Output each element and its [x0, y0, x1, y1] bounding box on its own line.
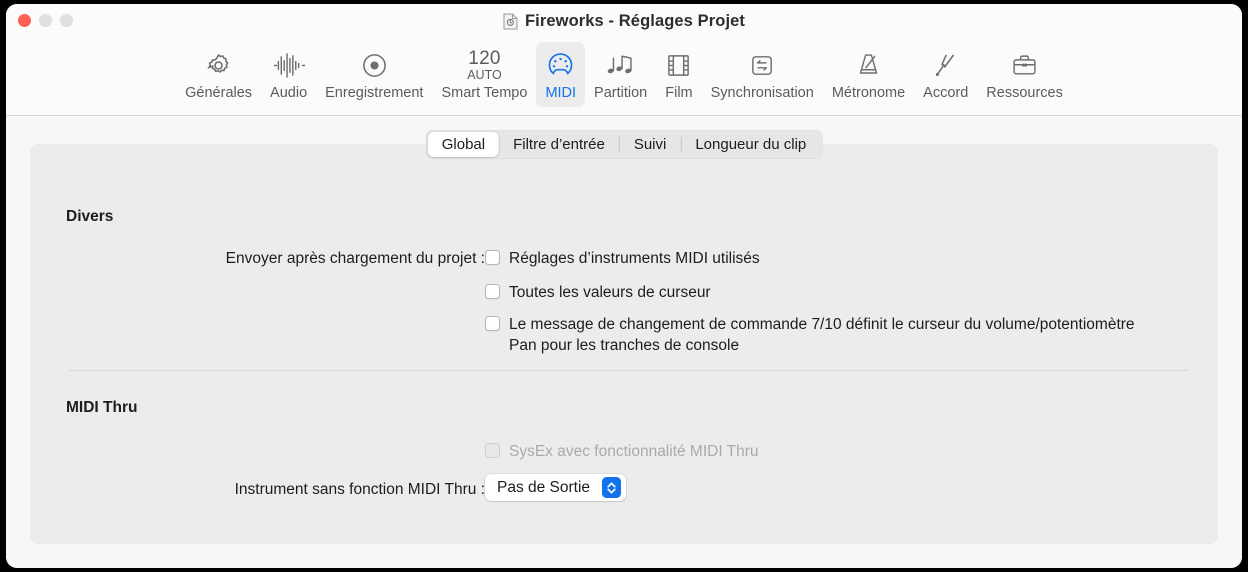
- instrument-no-midi-thru-popup[interactable]: Pas de Sortie: [485, 474, 627, 501]
- waveform-icon: [272, 48, 306, 82]
- checkbox-label: Réglages d’instruments MIDI utilisés: [509, 250, 760, 267]
- send-after-load-label: Envoyer après chargement du projet :: [225, 250, 485, 267]
- chevron-up-down-icon: [602, 477, 622, 498]
- section-title-midi-thru: MIDI Thru: [66, 399, 138, 416]
- toolbar-item-audio[interactable]: Audio: [261, 42, 316, 107]
- toolbar-item-label: MIDI: [545, 85, 577, 101]
- tempo-mode: AUTO: [467, 67, 502, 82]
- traffic-lights: [18, 14, 73, 27]
- tab-global[interactable]: Global: [427, 132, 500, 157]
- toolbar-item-label: Partition: [594, 85, 648, 101]
- tab-longueur-du-clip[interactable]: Longueur du clip: [681, 132, 820, 157]
- toolbar-item-film[interactable]: Film: [656, 42, 701, 107]
- preferences-content: Global Filtre d’entrée Suivi Longueur du…: [6, 116, 1242, 568]
- checkbox-row-all-fader-values[interactable]: Toutes les valeurs de curseur: [485, 282, 711, 303]
- toolbar-item-enregistrement[interactable]: Enregistrement: [316, 42, 432, 107]
- toolbar-item-label: Générales: [185, 85, 253, 101]
- sync-arrows-icon: [749, 48, 775, 82]
- checkbox-sysex-midi-thru: [485, 443, 500, 458]
- popup-selected-value: Pas de Sortie: [497, 478, 591, 496]
- settings-panel: Global Filtre d’entrée Suivi Longueur du…: [30, 130, 1218, 544]
- close-button[interactable]: [18, 14, 31, 27]
- checkbox-midi-instrument-settings[interactable]: [485, 250, 500, 265]
- window-title: Fireworks - Réglages Projet: [524, 12, 746, 30]
- checkbox-row-sysex-midi-thru: SysEx avec fonctionnalité MIDI Thru: [485, 441, 759, 462]
- zoom-button[interactable]: [60, 14, 73, 27]
- tab-suivi[interactable]: Suivi: [620, 132, 681, 157]
- window-titlebar: Fireworks - Réglages Projet Générales Au…: [6, 4, 1242, 116]
- document-icon: [503, 13, 518, 30]
- toolbar-item-synchronisation[interactable]: Synchronisation: [702, 42, 823, 107]
- music-notes-icon: [606, 48, 636, 82]
- toolbar-item-midi[interactable]: MIDI: [536, 42, 586, 107]
- tab-bar: Global Filtre d’entrée Suivi Longueur du…: [425, 130, 823, 159]
- gear-icon: [205, 48, 232, 82]
- toolbar-item-ressources[interactable]: Ressources: [977, 42, 1072, 107]
- section-title-divers: Divers: [66, 208, 114, 225]
- instrument-no-midi-thru-label: Instrument sans fonction MIDI Thru :: [234, 481, 485, 498]
- toolbar-item-label: Audio: [270, 85, 308, 101]
- toolbar-item-partition[interactable]: Partition: [585, 42, 656, 107]
- checkbox-label: SysEx avec fonctionnalité MIDI Thru: [509, 443, 759, 460]
- checkbox-control-change-7-10[interactable]: [485, 316, 500, 331]
- record-icon: [361, 48, 388, 82]
- checkbox-row-midi-instrument-settings[interactable]: Réglages d’instruments MIDI utilisés: [485, 248, 760, 269]
- toolbar-item-label: Enregistrement: [325, 85, 424, 101]
- tab-filtre-entree[interactable]: Filtre d’entrée: [499, 132, 619, 157]
- toolbar-item-accord[interactable]: Accord: [914, 42, 977, 107]
- window-title-row: Fireworks - Réglages Projet: [6, 12, 1242, 31]
- toolbar-item-metronome[interactable]: Métronome: [823, 42, 914, 107]
- minimize-button[interactable]: [39, 14, 52, 27]
- toolbar-item-label: Ressources: [986, 85, 1063, 101]
- section-divider: [69, 370, 1189, 371]
- checkbox-all-fader-values[interactable]: [485, 284, 500, 299]
- preferences-toolbar: Générales Audio Enregistrement 120 AUTO …: [6, 42, 1242, 116]
- toolbar-item-generales[interactable]: Générales: [176, 42, 261, 107]
- briefcase-icon: [1011, 48, 1038, 82]
- midi-din-icon: [546, 48, 575, 82]
- toolbar-item-label: Synchronisation: [710, 85, 814, 101]
- toolbar-item-smart-tempo[interactable]: 120 AUTO Smart Tempo: [432, 42, 536, 107]
- toolbar-item-label: Accord: [923, 85, 969, 101]
- tempo-value: 120: [468, 47, 501, 69]
- checkbox-label: Le message de changement de commande 7/1…: [509, 316, 1135, 354]
- tuning-fork-icon: [933, 48, 958, 82]
- film-strip-icon: [666, 48, 691, 82]
- metronome-icon: [855, 48, 882, 82]
- checkbox-label: Toutes les valeurs de curseur: [509, 284, 711, 301]
- checkbox-row-control-change-7-10[interactable]: Le message de changement de commande 7/1…: [485, 314, 1145, 356]
- tempo-icon: 120 AUTO: [467, 48, 502, 82]
- toolbar-item-label: Film: [665, 85, 693, 101]
- toolbar-item-label: Métronome: [831, 85, 906, 101]
- preferences-window: Fireworks - Réglages Projet Générales Au…: [6, 4, 1242, 568]
- toolbar-item-label: Smart Tempo: [441, 85, 528, 101]
